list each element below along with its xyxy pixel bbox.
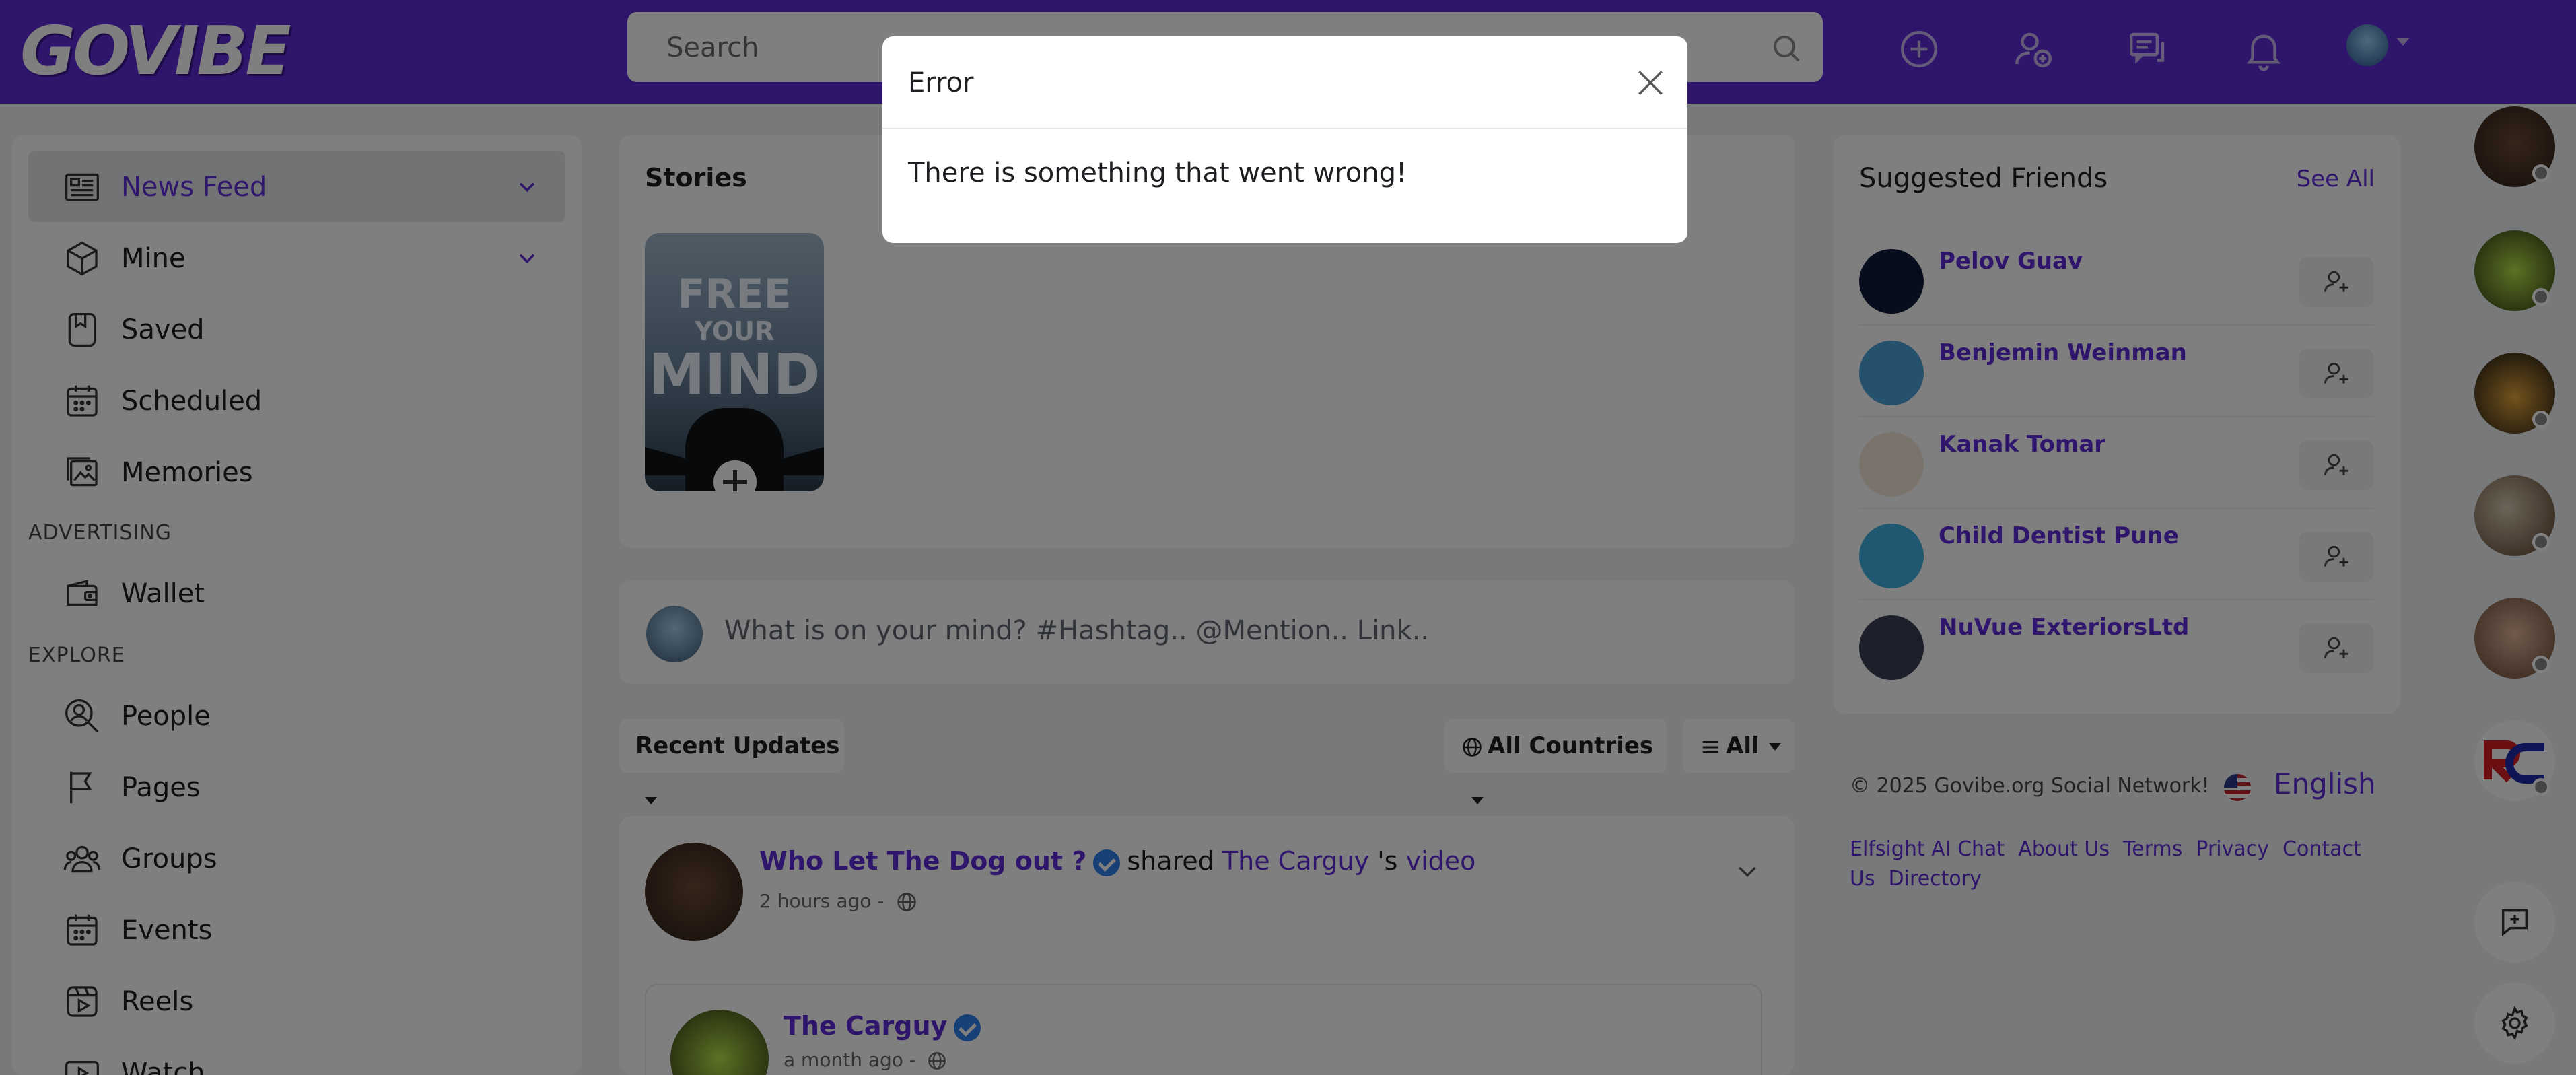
dialog-message: There is something that went wrong!	[908, 158, 1407, 188]
dialog-title: Error	[908, 67, 974, 98]
error-dialog: Error There is something that went wrong…	[882, 36, 1687, 243]
dialog-divider	[882, 128, 1687, 129]
close-icon[interactable]	[1634, 66, 1667, 100]
